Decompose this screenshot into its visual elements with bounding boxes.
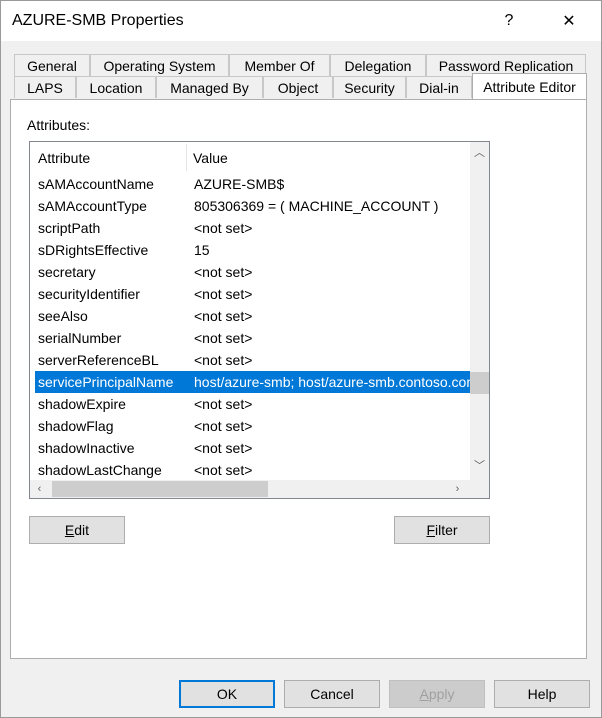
tab-delegation[interactable]: Delegation (330, 54, 426, 76)
tab-attribute-editor[interactable]: Attribute Editor (472, 73, 587, 99)
ok-button[interactable]: OK (179, 680, 275, 708)
table-row[interactable]: sAMAccountType 805306369 = ( MACHINE_ACCO… (30, 195, 470, 217)
column-header-attribute[interactable]: Attribute (38, 150, 90, 166)
attribute-value-cell: <not set> (194, 330, 253, 346)
attributes-label: Attributes: (27, 117, 91, 133)
tab-operating-system[interactable]: Operating System (90, 54, 229, 76)
attribute-value-cell: <not set> (194, 462, 253, 478)
attribute-name-cell: serverReferenceBL (38, 352, 159, 368)
attribute-name-cell: servicePrincipalName (38, 374, 174, 390)
attributes-list[interactable]: Attribute Value sAMAccountName AZURE-SMB$… (29, 141, 490, 499)
attribute-name-cell: sAMAccountName (38, 176, 154, 192)
table-row[interactable]: secretary <not set> (30, 261, 470, 283)
scroll-right-icon[interactable]: › (448, 480, 467, 498)
attribute-value-cell: AZURE-SMB$ (194, 176, 285, 192)
attribute-value-cell: <not set> (194, 440, 253, 456)
apply-label-mnemonic: A (419, 686, 429, 702)
attribute-name-cell: serialNumber (38, 330, 122, 346)
attribute-name-cell: shadowLastChange (38, 462, 162, 478)
scroll-corner (470, 480, 489, 498)
table-row[interactable]: shadowInactive <not set> (30, 437, 470, 459)
window-title: AZURE-SMB Properties (12, 12, 184, 29)
vertical-scroll-thumb[interactable] (470, 371, 489, 394)
table-row[interactable]: shadowFlag <not set> (30, 415, 470, 437)
attribute-value-cell: host/azure-smb; host/azure-smb.contoso.c… (194, 374, 470, 390)
filter-label-post: ilter (435, 522, 458, 538)
edit-button[interactable]: Edit (29, 516, 125, 544)
table-row[interactable]: shadowLastChange <not set> (30, 459, 470, 481)
attribute-value-cell: <not set> (194, 220, 253, 236)
horizontal-scrollbar[interactable]: ‹ › (30, 480, 470, 498)
attribute-name-cell: sAMAccountType (38, 198, 147, 214)
vertical-scrollbar[interactable]: ︿ ﹀ (470, 142, 489, 480)
edit-label-mnemonic: E (64, 522, 75, 538)
table-row[interactable]: seeAlso <not set> (30, 305, 470, 327)
apply-button[interactable]: Apply (389, 680, 485, 708)
attribute-value-cell: <not set> (194, 286, 253, 302)
tab-laps[interactable]: LAPS (14, 76, 76, 98)
attribute-value-cell: <not set> (194, 264, 253, 280)
attribute-name-cell: scriptPath (38, 220, 101, 236)
help-button[interactable]: Help (494, 680, 590, 708)
apply-label-post: pply (428, 686, 455, 702)
attribute-name-cell: securityIdentifier (38, 286, 140, 302)
tab-member-of[interactable]: Member Of (229, 54, 330, 76)
attribute-name-cell: sDRightsEffective (38, 242, 149, 258)
table-row[interactable]: serialNumber <not set> (30, 327, 470, 349)
attribute-value-cell: 15 (194, 242, 210, 258)
tab-dial-in[interactable]: Dial-in (406, 76, 472, 98)
tab-object[interactable]: Object (263, 76, 333, 98)
edit-label-post: dit (74, 522, 90, 538)
scroll-down-icon[interactable]: ﹀ (470, 455, 489, 475)
table-row[interactable]: securityIdentifier <not set> (30, 283, 470, 305)
cancel-button[interactable]: Cancel (284, 680, 380, 708)
attribute-value-cell: <not set> (194, 308, 253, 324)
attribute-value-cell: <not set> (194, 396, 253, 412)
horizontal-scroll-thumb[interactable] (52, 481, 268, 497)
attribute-name-cell: shadowExpire (38, 396, 126, 412)
column-divider[interactable] (186, 144, 187, 171)
table-row-selected[interactable]: servicePrincipalName host/azure-smb; host… (35, 371, 470, 393)
attribute-value-cell: 805306369 = ( MACHINE_ACCOUNT ) (194, 198, 439, 214)
scroll-left-icon[interactable]: ‹ (30, 480, 49, 498)
tab-general[interactable]: General (14, 54, 90, 76)
attribute-value-cell: <not set> (194, 352, 253, 368)
table-row[interactable]: scriptPath <not set> (30, 217, 470, 239)
table-row[interactable]: shadowExpire <not set> (30, 393, 470, 415)
filter-button[interactable]: Filter (394, 516, 490, 544)
title-bar: AZURE-SMB Properties ? ✕ (1, 1, 601, 41)
tab-location[interactable]: Location (76, 76, 156, 98)
scroll-up-icon[interactable]: ︿ (470, 142, 489, 162)
attribute-value-cell: <not set> (194, 418, 253, 434)
attribute-name-cell: shadowInactive (38, 440, 135, 456)
attribute-name-cell: seeAlso (38, 308, 88, 324)
tab-security[interactable]: Security (333, 76, 406, 98)
column-header-value[interactable]: Value (193, 150, 228, 166)
close-icon[interactable]: ✕ (552, 7, 586, 35)
attribute-name-cell: secretary (38, 264, 96, 280)
table-row[interactable]: serverReferenceBL <not set> (30, 349, 470, 371)
list-header: Attribute Value (30, 142, 470, 172)
tab-managed-by[interactable]: Managed By (156, 76, 263, 98)
attribute-name-cell: shadowFlag (38, 418, 114, 434)
help-icon[interactable]: ? (492, 7, 526, 35)
table-row[interactable]: sAMAccountName AZURE-SMB$ (30, 173, 470, 195)
table-row[interactable]: sDRightsEffective 15 (30, 239, 470, 261)
filter-label-mnemonic: F (426, 522, 435, 538)
